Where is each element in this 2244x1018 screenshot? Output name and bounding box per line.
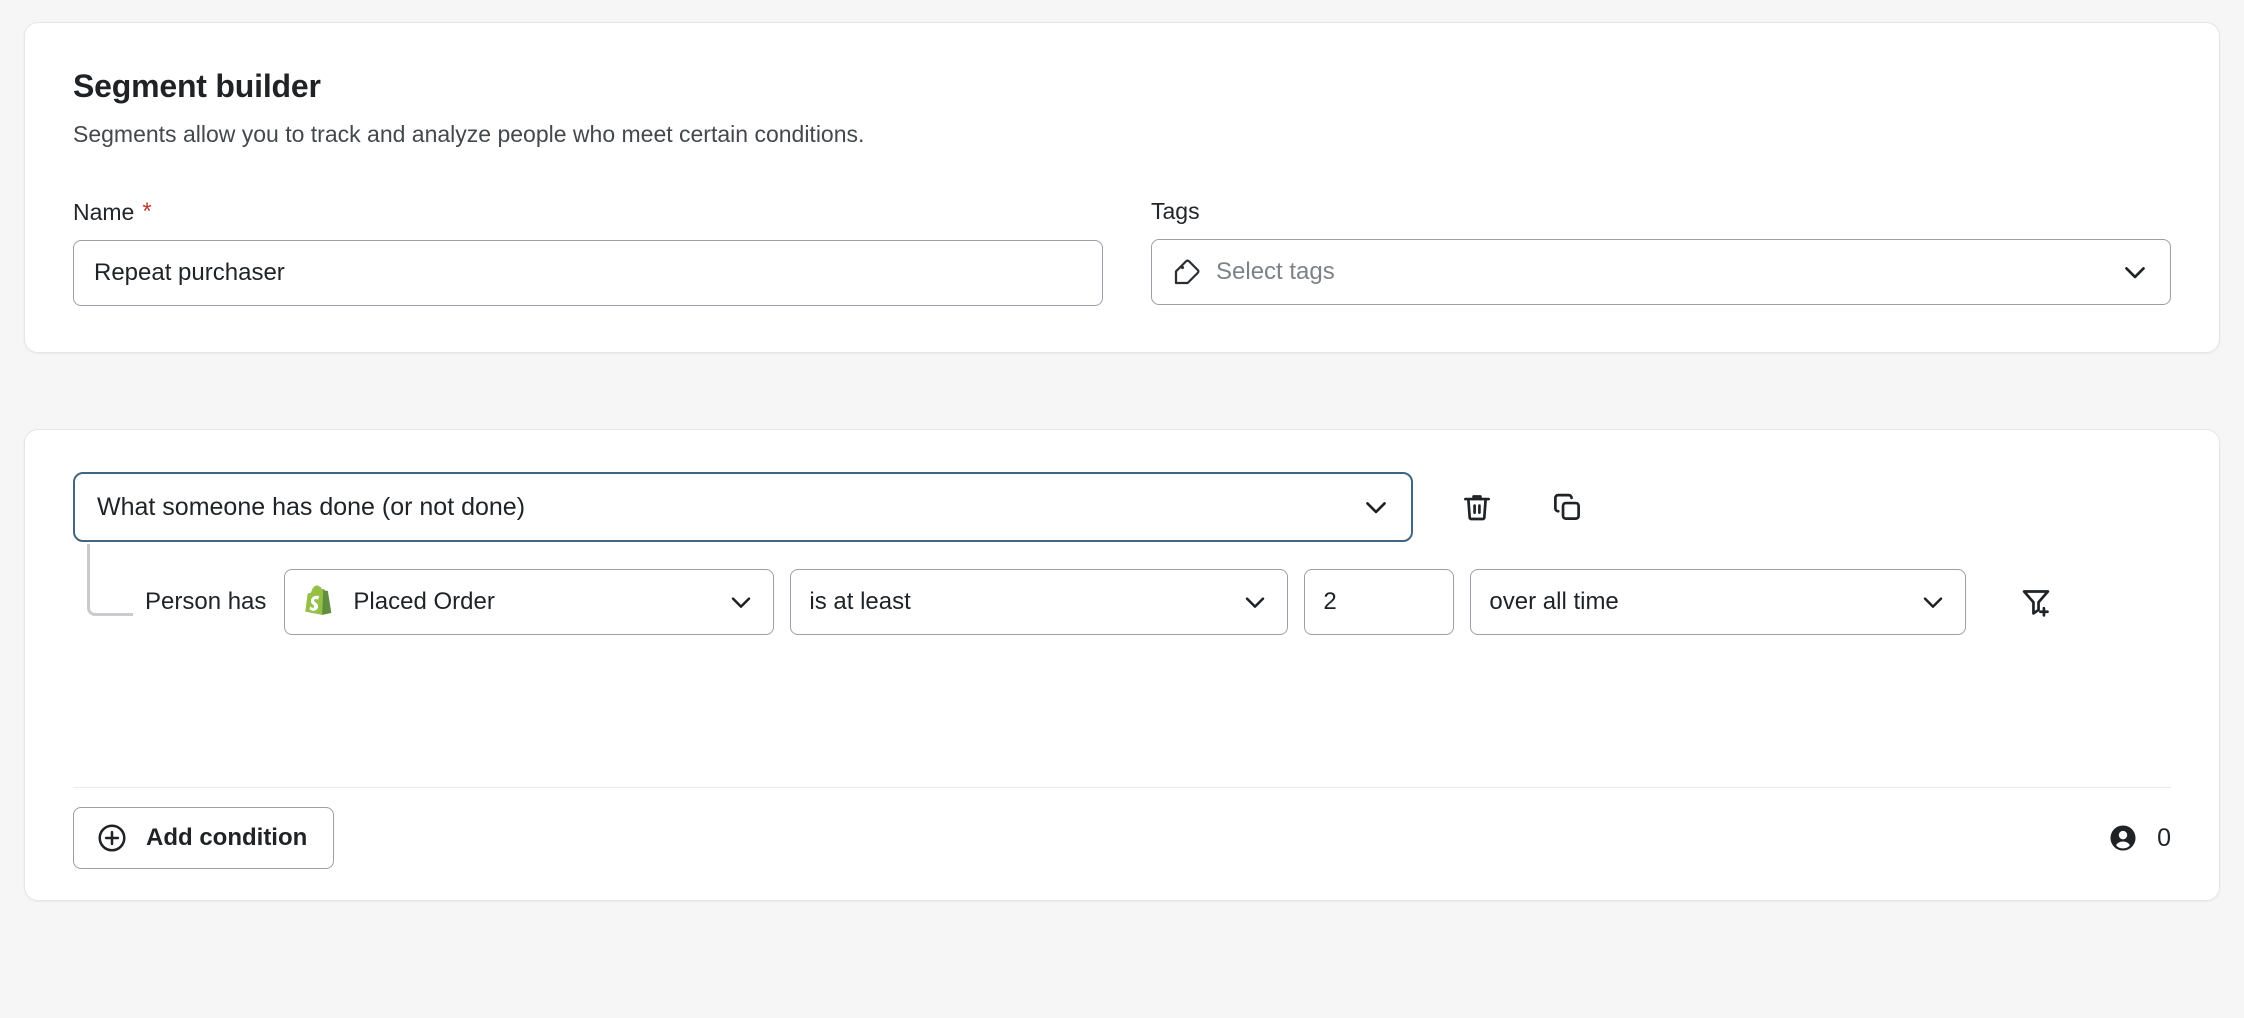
- tag-icon: [1172, 257, 1202, 287]
- name-field-group: Name * Repeat purchaser: [73, 200, 1103, 306]
- plus-circle-icon: [96, 822, 128, 854]
- condition-group-actions: [1445, 475, 1599, 539]
- name-label-text: Name: [73, 201, 134, 224]
- page-subtitle: Segments allow you to track and analyze …: [73, 119, 2171, 150]
- people-count: 0: [2107, 822, 2171, 854]
- segment-builder-page: Segment builder Segments allow you to tr…: [0, 0, 2244, 1018]
- builder-footer: Add condition 0: [73, 804, 2171, 872]
- name-input-value: Repeat purchaser: [94, 261, 285, 285]
- shopify-icon: [303, 585, 337, 619]
- condition-prefix-label: Person has: [145, 588, 266, 616]
- delete-condition-group-button[interactable]: [1445, 475, 1509, 539]
- condition-operator-value: is at least: [809, 588, 910, 616]
- tags-select-placeholder: Select tags: [1216, 258, 1335, 286]
- segment-fields: Name * Repeat purchaser Tags: [73, 200, 2171, 306]
- add-condition-button[interactable]: Add condition: [73, 807, 334, 869]
- tags-select[interactable]: Select tags: [1151, 239, 2171, 305]
- name-input[interactable]: Repeat purchaser: [73, 240, 1103, 306]
- filter-plus-icon: [2019, 585, 2053, 619]
- copy-icon: [1550, 490, 1584, 524]
- add-filter-button[interactable]: [2004, 570, 2068, 634]
- chevron-down-icon: [703, 586, 757, 618]
- condition-builder-card: What someone has done (or not done): [24, 429, 2220, 901]
- condition-timeframe-value: over all time: [1489, 588, 1618, 616]
- chevron-down-icon: [1359, 490, 1393, 524]
- condition-metric-select[interactable]: Placed Order: [284, 569, 774, 635]
- condition-row: Person has Placed Order: [73, 564, 2171, 640]
- condition-connector-line: [87, 544, 133, 616]
- condition-group-row: What someone has done (or not done): [73, 472, 2171, 542]
- tags-label-text: Tags: [1151, 200, 1200, 223]
- segment-details-card: Segment builder Segments allow you to tr…: [24, 22, 2220, 353]
- condition-metric-value: Placed Order: [353, 588, 494, 616]
- people-count-value: 0: [2157, 824, 2171, 853]
- condition-group-value: What someone has done (or not done): [97, 493, 525, 522]
- chevron-down-icon: [2118, 255, 2152, 289]
- condition-operator-select[interactable]: is at least: [790, 569, 1288, 635]
- duplicate-condition-group-button[interactable]: [1535, 475, 1599, 539]
- condition-count-value: 2: [1323, 588, 1336, 616]
- condition-group-select[interactable]: What someone has done (or not done): [73, 472, 1413, 542]
- chevron-down-icon: [1895, 586, 1949, 618]
- condition-count-input[interactable]: 2: [1304, 569, 1454, 635]
- add-condition-label: Add condition: [146, 824, 307, 852]
- builder-divider: [73, 787, 2171, 788]
- condition-timeframe-select[interactable]: over all time: [1470, 569, 1966, 635]
- tags-label: Tags: [1151, 200, 2171, 223]
- name-label: Name *: [73, 200, 1103, 224]
- required-asterisk-icon: *: [142, 200, 151, 224]
- chevron-down-icon: [1217, 586, 1271, 618]
- trash-icon: [1460, 490, 1494, 524]
- person-icon: [2107, 822, 2139, 854]
- page-title: Segment builder: [73, 67, 2171, 105]
- tags-field-group: Tags Select tags: [1151, 200, 2171, 306]
